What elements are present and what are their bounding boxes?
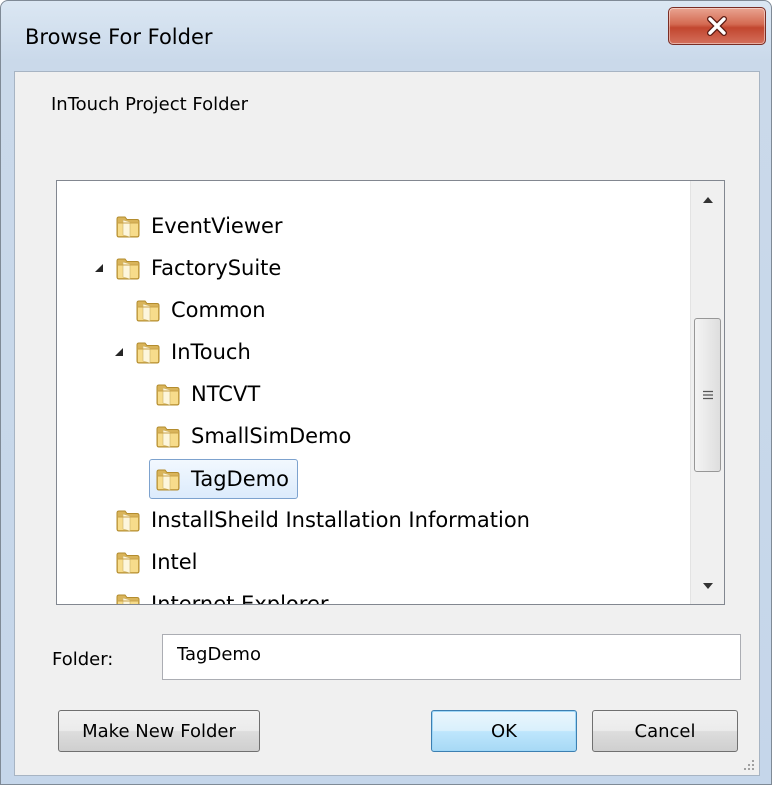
browse-for-folder-dialog: Browse For Folder InTouch Project Folder… [0,0,772,785]
make-new-folder-button[interactable]: Make New Folder [58,710,260,752]
ok-button[interactable]: OK [431,710,577,752]
resize-grip-icon[interactable] [741,757,755,771]
folder-input[interactable] [162,634,741,680]
tree-item[interactable]: InTouch [115,333,251,371]
expander-collapse-icon[interactable] [93,262,105,274]
folder-tree[interactable]: EventViewer FactorySuite Common InTouch NTCV… [56,180,725,605]
expander-collapse-icon[interactable] [113,346,125,358]
tree-item-label: NTCVT [191,382,261,406]
tree-item[interactable]: FactorySuite [95,249,282,287]
tree-item-selected[interactable]: TagDemo [149,459,298,499]
folder-icon [135,339,161,365]
scroll-down-button[interactable] [691,569,724,603]
tree-item-label: FactorySuite [151,256,282,280]
folder-icon [115,255,141,281]
tree-item[interactable]: SmallSimDemo [155,417,351,455]
window-title: Browse For Folder [25,25,213,49]
tree-item[interactable]: InstallSheild Installation Information [115,501,530,539]
scroll-up-button[interactable] [691,183,724,217]
tree-item[interactable]: Common [135,291,266,329]
folder-icon [115,591,141,604]
tree-item-label: Common [171,298,266,322]
vertical-scrollbar[interactable] [690,181,724,604]
grip-lines-icon [702,390,713,400]
tree-item-label: TagDemo [191,467,289,491]
tree-item[interactable]: Intel [115,543,198,581]
scroll-down-arrow-icon [702,583,713,589]
folder-icon [115,549,141,575]
folder-icon [115,213,141,239]
tree-item[interactable]: NTCVT [155,375,260,413]
dialog-client-area: InTouch Project Folder EventViewer Factor… [14,71,760,776]
folder-icon [155,466,181,492]
close-x-icon [707,16,727,36]
scroll-up-arrow-icon [702,197,713,203]
instruction-text: InTouch Project Folder [51,94,249,115]
cancel-button[interactable]: Cancel [592,710,738,752]
folder-icon [135,297,161,323]
tree-item-label: InTouch [171,340,251,364]
tree-item-label: EventViewer [151,214,283,238]
tree-item-label: InstallSheild Installation Information [151,508,530,532]
tree-item-label: Intel [151,550,198,574]
tree-item-label: Internet Explorer [151,592,329,605]
folder-icon [155,381,181,407]
tree-item-label: SmallSimDemo [191,424,352,448]
folder-icon [155,423,181,449]
close-button[interactable] [668,7,766,45]
tree-item[interactable]: EventViewer [115,207,283,245]
scroll-thumb[interactable] [694,318,721,472]
folder-icon [115,507,141,533]
title-bar[interactable]: Browse For Folder [1,1,771,71]
tree-item[interactable]: Internet Explorer [115,585,329,605]
folder-label: Folder: [52,649,114,670]
